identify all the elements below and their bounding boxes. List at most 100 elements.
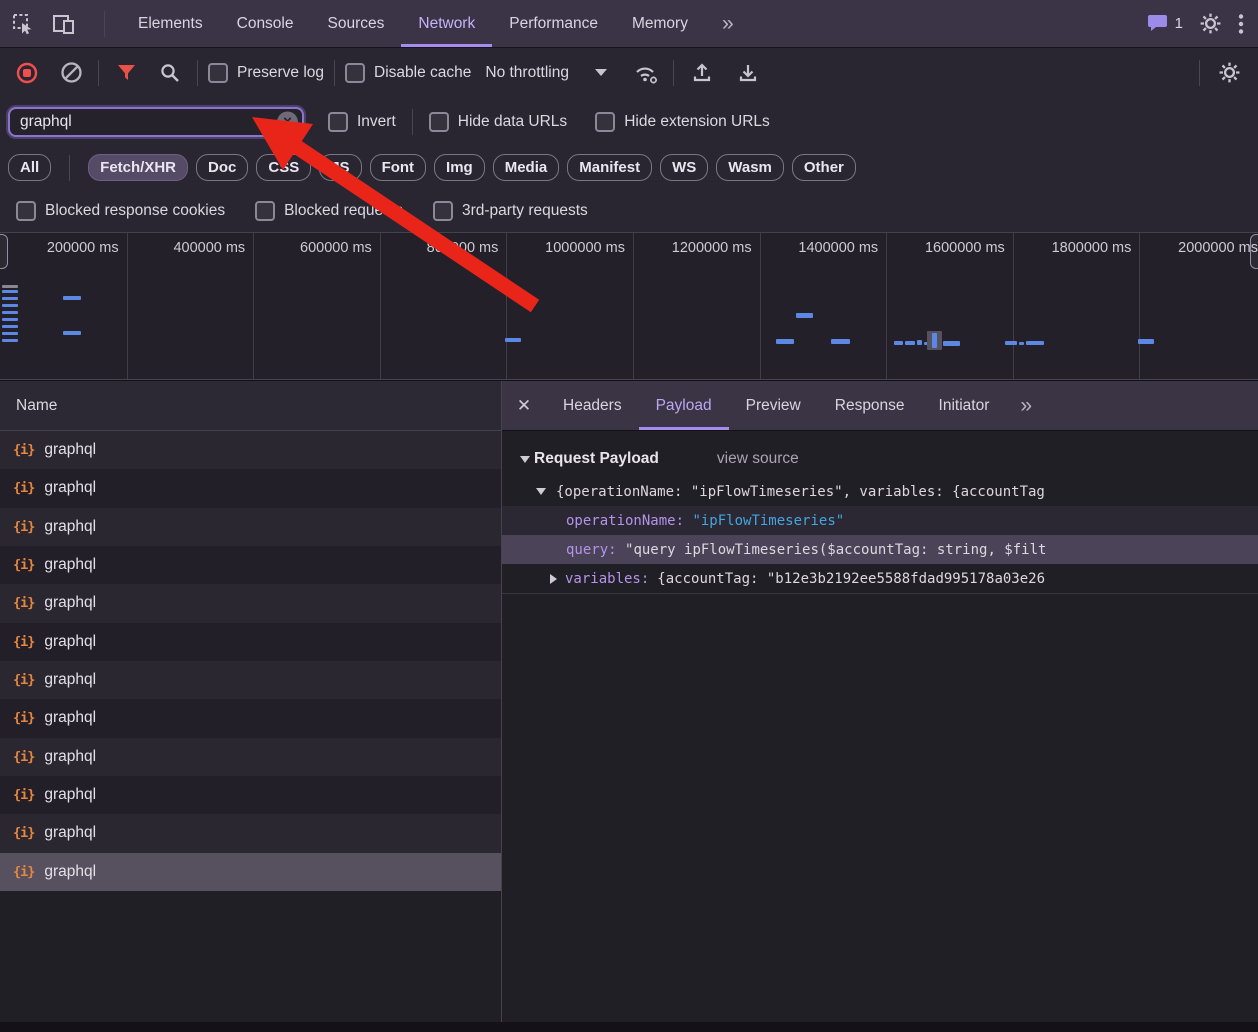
details-tab-preview[interactable]: Preview	[729, 381, 818, 430]
checkbox-label[interactable]: Blocked requests	[284, 202, 403, 220]
invert-checkbox[interactable]	[328, 112, 348, 132]
request-row[interactable]: {i}graphql	[0, 738, 501, 776]
3rd-party-requests-checkbox[interactable]	[433, 201, 453, 221]
inspect-element-icon[interactable]	[12, 13, 34, 35]
waterfall-bar	[2, 311, 18, 314]
chip-css[interactable]: CSS	[256, 154, 311, 181]
payload-query-line[interactable]: query: "query ipFlowTimeseries($accountT…	[502, 535, 1258, 564]
settings-icon[interactable]	[1199, 12, 1222, 35]
request-row[interactable]: {i}graphql	[0, 776, 501, 814]
waterfall-bar	[831, 339, 850, 344]
network-settings-icon[interactable]	[1210, 61, 1248, 84]
request-row[interactable]: {i}graphql	[0, 546, 501, 584]
request-row[interactable]: {i}graphql	[0, 853, 501, 891]
request-row[interactable]: {i}graphql	[0, 584, 501, 622]
collapse-triangle-icon[interactable]	[536, 488, 546, 495]
request-row[interactable]: {i}graphql	[0, 814, 501, 852]
checkbox-label[interactable]: 3rd-party requests	[462, 202, 588, 220]
chip-font[interactable]: Font	[370, 154, 426, 181]
request-row[interactable]: {i}graphql	[0, 431, 501, 469]
more-panels-icon[interactable]: »	[705, 0, 751, 47]
record-network-log-icon[interactable]	[10, 61, 44, 85]
request-row[interactable]: {i}graphql	[0, 508, 501, 546]
import-har-icon[interactable]	[684, 61, 720, 85]
kebab-menu-icon[interactable]	[1238, 13, 1244, 35]
blocked-response-cookies-checkbox[interactable]	[16, 201, 36, 221]
export-har-icon[interactable]	[730, 61, 766, 85]
chip-all[interactable]: All	[8, 154, 51, 181]
hide-extension-urls-label[interactable]: Hide extension URLs	[624, 113, 770, 131]
chip-wasm[interactable]: Wasm	[716, 154, 784, 181]
filter-funnel-icon[interactable]	[109, 64, 143, 81]
details-tab-headers[interactable]: Headers	[546, 381, 639, 430]
chip-img[interactable]: Img	[434, 154, 485, 181]
chip-media[interactable]: Media	[493, 154, 560, 181]
filter-input[interactable]	[8, 107, 304, 137]
waterfall-bar	[796, 313, 813, 318]
name-column-header[interactable]: Name	[0, 381, 501, 431]
preserve-log-checkbox[interactable]	[208, 63, 228, 83]
tab-sources[interactable]: Sources	[311, 0, 402, 47]
blocked-requests-checkbox[interactable]	[255, 201, 275, 221]
chip-ws[interactable]: WS	[660, 154, 708, 181]
clear-network-log-icon[interactable]	[54, 61, 88, 84]
collapse-triangle-icon[interactable]	[520, 456, 530, 463]
network-conditions-icon[interactable]	[627, 61, 663, 85]
clear-filter-icon[interactable]: ✕	[277, 111, 298, 132]
tab-elements[interactable]: Elements	[121, 0, 220, 47]
disable-cache-label[interactable]: Disable cache	[374, 64, 471, 82]
chip-manifest[interactable]: Manifest	[567, 154, 652, 181]
request-row[interactable]: {i}graphql	[0, 661, 501, 699]
timeline-column: 1600000 ms	[886, 233, 1014, 379]
payload-operation-line[interactable]: operationName: "ipFlowTimeseries"	[502, 506, 1258, 535]
network-overview-timeline[interactable]: 200000 ms400000 ms600000 ms800000 ms1000…	[0, 232, 1258, 380]
payload-view: Request Payload view source {operationNa…	[502, 431, 1258, 1022]
timeline-column: 1400000 ms	[760, 233, 888, 379]
throttling-select[interactable]: No throttling	[485, 64, 607, 82]
payload-section-title: Request Payload	[534, 450, 659, 468]
filter-checkbox-group: 3rd-party requests	[433, 201, 588, 221]
waterfall-bar	[2, 297, 18, 300]
preserve-log-label[interactable]: Preserve log	[237, 64, 324, 82]
divider	[673, 60, 674, 86]
request-row[interactable]: {i}graphql	[0, 469, 501, 507]
waterfall-bar	[1005, 341, 1017, 345]
chip-doc[interactable]: Doc	[196, 154, 248, 181]
hide-extension-urls-checkbox[interactable]	[595, 112, 615, 132]
hide-data-urls-label[interactable]: Hide data URLs	[458, 113, 567, 131]
timeline-column: 400000 ms	[127, 233, 255, 379]
view-source-link[interactable]: view source	[717, 450, 799, 468]
invert-label[interactable]: Invert	[357, 113, 396, 131]
details-tab-payload[interactable]: Payload	[639, 381, 729, 430]
device-toolbar-icon[interactable]	[52, 13, 76, 35]
chevron-down-icon	[595, 69, 607, 76]
payload-root-line[interactable]: {operationName: "ipFlowTimeseries", vari…	[502, 477, 1258, 506]
hide-data-urls-checkbox[interactable]	[429, 112, 449, 132]
fetch-json-icon: {i}	[13, 634, 34, 650]
expand-triangle-icon[interactable]	[550, 574, 557, 584]
request-row[interactable]: {i}graphql	[0, 699, 501, 737]
tab-network[interactable]: Network	[401, 0, 492, 47]
search-icon[interactable]	[153, 62, 187, 84]
fetch-json-icon: {i}	[13, 825, 34, 841]
payload-variables-line[interactable]: variables: {accountTag: "b12e3b2192ee558…	[502, 564, 1258, 594]
request-row[interactable]: {i}graphql	[0, 623, 501, 661]
chip-js[interactable]: JS	[319, 154, 361, 181]
request-name: graphql	[44, 441, 96, 459]
chip-other[interactable]: Other	[792, 154, 856, 181]
disable-cache-checkbox[interactable]	[345, 63, 365, 83]
devtools-window: ElementsConsoleSourcesNetworkPerformance…	[0, 0, 1258, 1032]
waterfall-bar	[505, 338, 521, 342]
tab-performance[interactable]: Performance	[492, 0, 615, 47]
close-icon[interactable]: ✕	[502, 381, 546, 430]
details-tab-initiator[interactable]: Initiator	[922, 381, 1007, 430]
more-tabs-icon[interactable]: »	[1006, 381, 1046, 430]
request-name: graphql	[44, 786, 96, 804]
tab-memory[interactable]: Memory	[615, 0, 705, 47]
chip-fetch-xhr[interactable]: Fetch/XHR	[88, 154, 188, 181]
checkbox-label[interactable]: Blocked response cookies	[45, 202, 225, 220]
timeline-tick-label: 200000 ms	[47, 240, 119, 256]
tab-console[interactable]: Console	[220, 0, 311, 47]
details-tab-response[interactable]: Response	[818, 381, 922, 430]
issues-indicator[interactable]: 1	[1148, 14, 1183, 33]
